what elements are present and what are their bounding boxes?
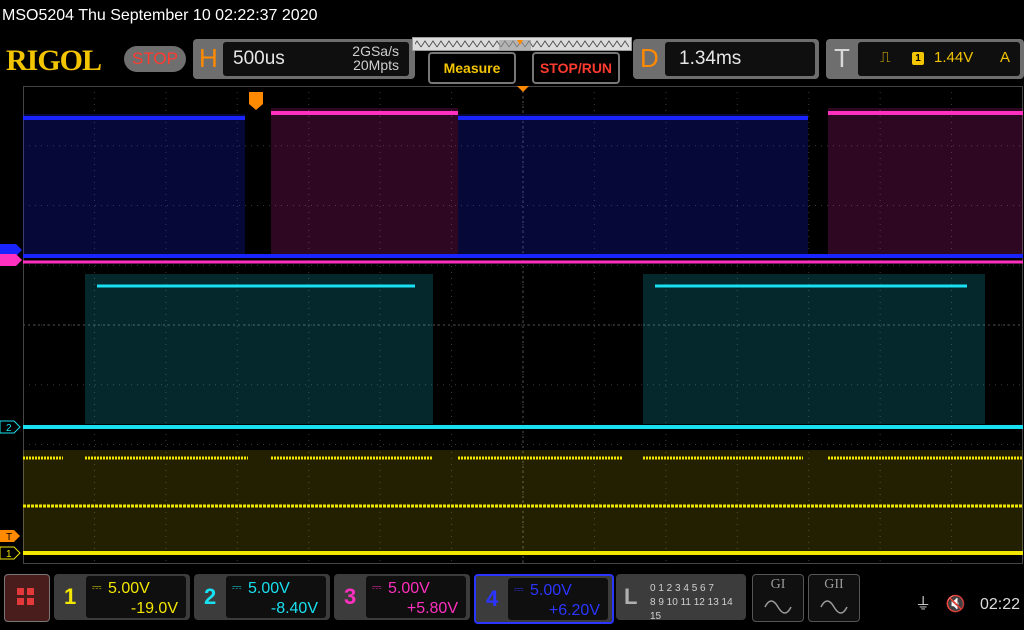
clock-time: 02:22 bbox=[979, 596, 1020, 613]
channel-2-panel[interactable]: 2 ⎓ 5.00V -8.40V bbox=[194, 574, 330, 620]
window-title: MSO5204 Thu September 10 02:22:37 2020 bbox=[2, 7, 318, 24]
menu-button[interactable] bbox=[4, 574, 50, 622]
trigger-letter: T bbox=[834, 43, 850, 73]
ch4-number: 4 bbox=[486, 586, 499, 611]
ch4-offset: +6.20V bbox=[548, 602, 600, 619]
delay-value: 1.34ms bbox=[679, 48, 742, 69]
dc-coupling-icon: ⎓ bbox=[232, 580, 242, 594]
title-bar: MSO5204 Thu September 10 02:22:37 2020 bbox=[0, 0, 1024, 34]
top-toolbar: RIGOL STOP H 500us 2GSa/s 20Mpts Measure… bbox=[0, 34, 1024, 84]
generator-2-button[interactable]: GII bbox=[808, 574, 860, 622]
trigger-position-marker bbox=[249, 92, 263, 110]
dc-coupling-icon: ⎓ bbox=[514, 582, 524, 596]
ch2-number: 2 bbox=[204, 584, 217, 609]
delay-letter: D bbox=[640, 43, 659, 73]
ch1-number: 1 bbox=[64, 584, 77, 609]
waveform-display[interactable] bbox=[23, 86, 1023, 564]
delay-panel[interactable]: D 1.34ms bbox=[633, 39, 819, 79]
ch3-marker bbox=[0, 254, 22, 266]
logic-row-1: 0 1 2 3 4 5 6 7 bbox=[650, 583, 714, 594]
ch2-scale: 5.00V bbox=[248, 580, 290, 597]
channel-3-panel[interactable]: 3 ⎓ 5.00V +5.80V bbox=[334, 574, 470, 620]
sample-rate: 2GSa/s 20Mpts bbox=[352, 43, 399, 73]
ch2-offset: -8.40V bbox=[270, 600, 318, 617]
waveform-svg bbox=[23, 86, 1023, 564]
channel-4-panel[interactable]: 4 ⎓ 5.00V +6.20V bbox=[474, 574, 614, 624]
ch1-marker-label: 1 bbox=[6, 549, 12, 560]
trigger-level-label: T bbox=[6, 532, 12, 543]
sine-wave-icon bbox=[820, 600, 848, 614]
logic-label: L bbox=[624, 584, 638, 609]
memory-depth: 20Mpts bbox=[353, 57, 399, 73]
horizontal-panel[interactable]: H 500us 2GSa/s 20Mpts bbox=[193, 39, 415, 79]
rigol-logo: RIGOL bbox=[6, 44, 102, 77]
trigger-source: 1 bbox=[912, 52, 924, 65]
status-area: ⏚ 🔇 02:22 bbox=[915, 590, 1020, 614]
channel-1-panel[interactable]: 1 ⎓ 5.00V -19.0V bbox=[54, 574, 190, 620]
memory-position-strip[interactable] bbox=[412, 37, 632, 51]
ch2-marker-label: 2 bbox=[6, 423, 12, 434]
measure-button[interactable]: Measure bbox=[428, 52, 516, 84]
stop-run-button[interactable]: STOP/RUN bbox=[532, 52, 620, 84]
sine-wave-icon bbox=[764, 600, 792, 614]
dc-coupling-icon: ⎓ bbox=[372, 580, 382, 594]
trigger-panel[interactable]: T ⎍ 1 1.44V A bbox=[826, 39, 1024, 79]
ch4-scale: 5.00V bbox=[530, 582, 572, 599]
ch1-offset: -19.0V bbox=[130, 600, 178, 617]
speaker-muted-icon[interactable]: 🔇 bbox=[946, 596, 966, 613]
ch3-offset: +5.80V bbox=[406, 600, 458, 617]
generator-1-button[interactable]: GI bbox=[752, 574, 804, 622]
trigger-mode: A bbox=[1000, 49, 1011, 66]
trigger-level: 1.44V bbox=[934, 49, 974, 66]
ch3-scale: 5.00V bbox=[388, 580, 430, 597]
timebase-value: 500us bbox=[233, 48, 285, 69]
usb-icon: ⏚ bbox=[915, 596, 932, 613]
bottom-bar: 1 ⎓ 5.00V -19.0V 2 ⎓ 5.00V -8.40V 3 ⎓ 5.… bbox=[0, 570, 1024, 630]
channel-markers: 2 T 1 bbox=[0, 86, 24, 564]
ch1-scale: 5.00V bbox=[108, 580, 150, 597]
horizontal-letter: H bbox=[199, 43, 218, 73]
rising-edge-icon: ⎍ bbox=[880, 49, 891, 66]
dc-coupling-icon: ⎓ bbox=[92, 580, 102, 594]
ch3-number: 3 bbox=[344, 584, 357, 609]
logic-row-2: 8 9 10 11 12 13 14 15 bbox=[650, 597, 733, 622]
logic-analyzer-panel[interactable]: L 0 1 2 3 4 5 6 7 8 9 10 11 12 13 14 15 bbox=[616, 574, 746, 622]
run-state-badge[interactable]: STOP bbox=[124, 46, 186, 72]
